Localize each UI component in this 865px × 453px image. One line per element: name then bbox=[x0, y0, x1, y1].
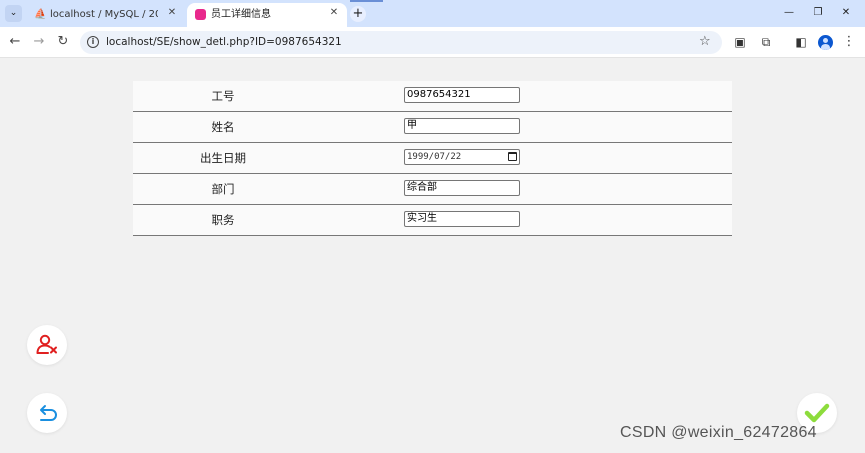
bookmark-star-icon[interactable]: ☆ bbox=[699, 34, 711, 50]
employee-id-label: 工号 bbox=[211, 89, 235, 103]
delete-employee-button[interactable] bbox=[27, 325, 67, 365]
position-input[interactable]: 实习生 bbox=[404, 211, 520, 227]
position-label: 职务 bbox=[211, 213, 235, 227]
form-row-birthdate: 出生日期 1999/07/22 bbox=[133, 143, 732, 174]
tab-search-button[interactable]: ⌄ bbox=[5, 5, 22, 22]
tab-close-icon[interactable]: ✕ bbox=[165, 6, 179, 20]
extensions-puzzle-icon[interactable]: ⧉ bbox=[758, 34, 774, 50]
reload-icon[interactable]: ↻ bbox=[55, 34, 71, 50]
forward-nav-icon[interactable]: → bbox=[31, 34, 47, 50]
minimize-icon[interactable]: — bbox=[781, 6, 797, 20]
calendar-icon[interactable] bbox=[508, 152, 517, 161]
tab-title: 员工详细信息 bbox=[211, 9, 271, 20]
side-panel-icon[interactable]: ◧ bbox=[793, 34, 809, 50]
form-row-employee-id: 工号 0987654321 bbox=[133, 81, 732, 112]
birthdate-input[interactable]: 1999/07/22 bbox=[404, 149, 520, 165]
watermark: CSDN @weixin_62472864 bbox=[620, 424, 817, 441]
name-input[interactable]: 甲 bbox=[404, 118, 520, 134]
restore-icon[interactable]: ❐ bbox=[810, 6, 826, 20]
tab-employee-detail[interactable]: 员工详细信息 ✕ bbox=[187, 3, 347, 27]
name-label: 姓名 bbox=[211, 120, 235, 134]
browser-toolbar: ← → ↻ i localhost/SE/show_detl.php?ID=09… bbox=[0, 27, 865, 58]
user-remove-icon bbox=[36, 334, 57, 354]
department-input[interactable]: 综合部 bbox=[404, 180, 520, 196]
address-bar[interactable]: i localhost/SE/show_detl.php?ID=09876543… bbox=[80, 31, 722, 54]
site-info-icon[interactable]: i bbox=[87, 36, 99, 48]
tab-phpmyadmin[interactable]: ⛵ localhost / MySQL / 2021150 ✕ bbox=[26, 3, 186, 27]
back-nav-icon[interactable]: ← bbox=[7, 34, 23, 50]
form-row-name: 姓名 甲 bbox=[133, 112, 732, 143]
more-menu-icon[interactable]: ⋮ bbox=[841, 34, 857, 50]
site-favicon-icon bbox=[195, 9, 206, 20]
form-row-position: 职务 实习生 bbox=[133, 205, 732, 236]
back-button[interactable] bbox=[27, 393, 67, 433]
undo-arrow-icon bbox=[40, 405, 57, 421]
employee-detail-form: 工号 0987654321 姓名 甲 出生日期 1999/07/22 部门 综合… bbox=[133, 81, 732, 236]
department-label: 部门 bbox=[211, 182, 235, 196]
tab-strip: ⌄ ⛵ localhost / MySQL / 2021150 ✕ 员工详细信息… bbox=[0, 0, 865, 27]
tab-title: localhost / MySQL / 2021150 bbox=[50, 9, 158, 20]
birthdate-label: 出生日期 bbox=[200, 151, 246, 165]
tab-close-icon[interactable]: ✕ bbox=[327, 6, 341, 20]
tab-indicator bbox=[350, 0, 383, 2]
window-close-icon[interactable]: ✕ bbox=[838, 6, 854, 20]
tab-manager-icon[interactable]: ▣ bbox=[732, 34, 748, 50]
address-url[interactable]: localhost/SE/show_detl.php?ID=0987654321 bbox=[106, 35, 342, 49]
form-row-department: 部门 综合部 bbox=[133, 174, 732, 205]
birthdate-value: 1999/07/22 bbox=[407, 152, 462, 162]
profile-avatar-icon[interactable] bbox=[818, 35, 833, 50]
employee-id-input[interactable]: 0987654321 bbox=[404, 87, 520, 103]
phpmyadmin-favicon-icon: ⛵ bbox=[34, 9, 47, 20]
new-tab-icon[interactable]: + bbox=[350, 6, 366, 22]
